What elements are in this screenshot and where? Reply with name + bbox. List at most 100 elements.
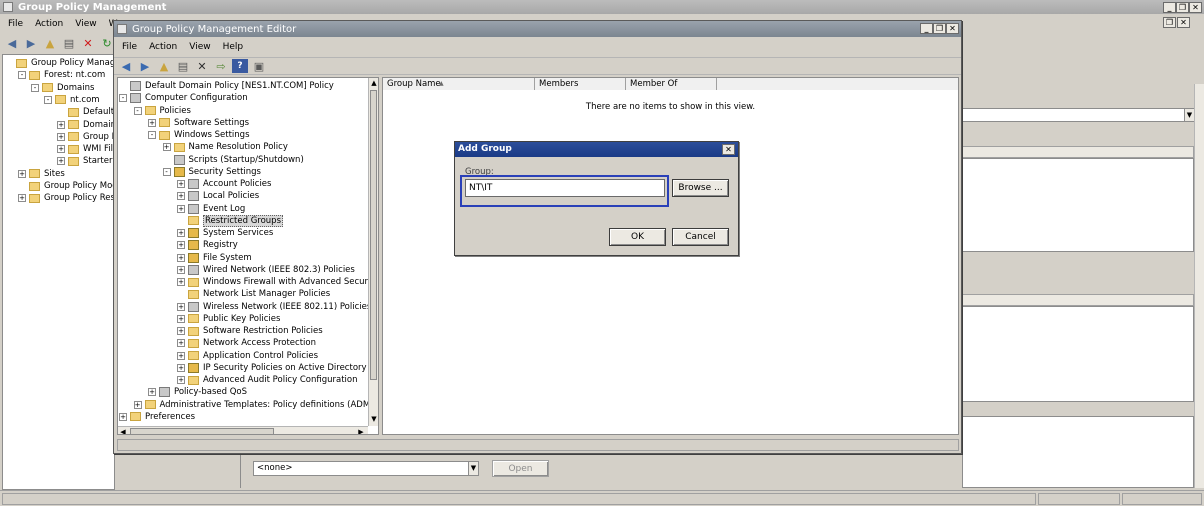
gpm-right-scrollbar[interactable] bbox=[1194, 84, 1204, 488]
expand-icon[interactable]: + bbox=[177, 314, 185, 323]
collapse-icon[interactable]: - bbox=[119, 94, 127, 103]
gpm-right-select[interactable] bbox=[962, 108, 1194, 122]
gpm-minimize-button[interactable]: _ bbox=[1163, 2, 1176, 13]
editor-tree-item[interactable]: Scripts (Startup/Shutdown) bbox=[163, 154, 304, 166]
editor-tree-item[interactable]: + System Services bbox=[177, 227, 273, 239]
expand-icon[interactable]: + bbox=[148, 118, 156, 127]
editor-menu-file[interactable]: File bbox=[122, 42, 137, 52]
group-input[interactable]: NT\IT bbox=[465, 179, 665, 197]
gpm-menu-action[interactable]: Action bbox=[35, 19, 63, 29]
editor-tree-item[interactable]: + Windows Firewall with Advanced Security bbox=[177, 276, 368, 288]
editor-tree-item[interactable]: + Wired Network (IEEE 802.3) Policies bbox=[177, 264, 355, 276]
column-member-of[interactable]: Member Of bbox=[626, 78, 717, 90]
scroll-right-icon[interactable]: ▶ bbox=[356, 427, 366, 434]
editor-tree-item[interactable]: + Public Key Policies bbox=[177, 313, 280, 325]
expand-icon[interactable]: + bbox=[177, 265, 185, 274]
editor-menu-help[interactable]: Help bbox=[223, 42, 244, 52]
cancel-button[interactable]: Cancel bbox=[672, 228, 729, 246]
editor-tree-item[interactable]: Restricted Groups bbox=[177, 214, 284, 227]
collapse-icon[interactable]: - bbox=[44, 95, 52, 104]
expand-icon[interactable]: + bbox=[57, 157, 65, 166]
gpm-restore-button[interactable]: ❐ bbox=[1176, 2, 1189, 13]
show-hide-tree-icon[interactable]: ▤ bbox=[61, 36, 77, 50]
gpm-close-button[interactable]: ✕ bbox=[1189, 2, 1202, 13]
gpm-right-select-arrow[interactable]: ▼ bbox=[1184, 109, 1194, 121]
gpm-tree-item[interactable]: + Starter Gl bbox=[57, 155, 114, 167]
editor-tree-item[interactable]: + Software Restriction Policies bbox=[177, 325, 323, 337]
editor-tree-hscroll[interactable]: ◀ ▶ bbox=[118, 426, 368, 434]
gpm-menu-file[interactable]: File bbox=[8, 19, 23, 29]
expand-icon[interactable]: + bbox=[133, 400, 142, 409]
editor-properties-icon[interactable]: ▣ bbox=[251, 59, 267, 73]
collapse-icon[interactable]: - bbox=[133, 106, 142, 115]
ok-button[interactable]: OK bbox=[609, 228, 666, 246]
column-members[interactable]: Members bbox=[535, 78, 626, 90]
editor-close-button[interactable]: ✕ bbox=[946, 23, 959, 34]
gpm-tree-item[interactable]: + WMI Filte bbox=[57, 143, 114, 155]
editor-tree-item[interactable]: + Wireless Network (IEEE 802.11) Policies bbox=[177, 301, 368, 313]
delete-icon[interactable]: ✕ bbox=[80, 36, 96, 50]
editor-show-hide-tree-icon[interactable]: ▤ bbox=[175, 59, 191, 73]
expand-icon[interactable]: + bbox=[162, 143, 171, 152]
gpm-tree-item[interactable]: Group Policy Mode bbox=[18, 180, 114, 192]
expand-icon[interactable]: + bbox=[57, 132, 65, 141]
editor-tree-item[interactable]: + Event Log bbox=[177, 203, 245, 215]
editor-tree-item[interactable]: + Preferences bbox=[119, 411, 195, 423]
gpm-tree-item[interactable]: Group Policy Managemen bbox=[5, 57, 114, 69]
gpm-tree-item[interactable]: + Domain C bbox=[57, 119, 114, 131]
gpm-tree-item[interactable]: + Group Policy Resu bbox=[18, 192, 114, 204]
expand-icon[interactable]: + bbox=[57, 120, 65, 129]
editor-export-icon[interactable]: ⇨ bbox=[213, 59, 229, 73]
editor-tree-item[interactable]: - Windows Settings bbox=[148, 129, 250, 141]
expand-icon[interactable]: + bbox=[57, 145, 65, 154]
column-group-name[interactable]: Group Name ▲ bbox=[383, 78, 535, 90]
expand-icon[interactable]: + bbox=[177, 339, 185, 348]
expand-icon[interactable]: + bbox=[177, 241, 185, 250]
expand-icon[interactable]: + bbox=[177, 376, 185, 384]
editor-tree-item[interactable]: + Network Access Protection bbox=[177, 337, 316, 349]
hscroll-thumb[interactable] bbox=[130, 428, 274, 434]
gpm-inner-close-button[interactable]: ✕ bbox=[1177, 17, 1190, 28]
expand-icon[interactable]: + bbox=[177, 192, 185, 201]
gpm-tree-item[interactable]: - Domains bbox=[31, 82, 94, 94]
editor-tree-item[interactable]: + Account Policies bbox=[177, 178, 271, 190]
editor-menu-view[interactable]: View bbox=[189, 42, 210, 52]
expand-icon[interactable]: + bbox=[119, 412, 127, 421]
gpm-link-select[interactable]: <none> bbox=[253, 461, 479, 476]
editor-tree-item[interactable]: - Security Settings bbox=[162, 166, 261, 178]
editor-help-icon[interactable]: ? bbox=[232, 59, 248, 73]
expand-icon[interactable]: + bbox=[177, 351, 185, 360]
gpm-tree-item[interactable]: - Forest: nt.com bbox=[18, 69, 105, 81]
forward-icon[interactable]: ▶ bbox=[23, 36, 39, 50]
browse-button[interactable]: Browse ... bbox=[672, 179, 729, 197]
collapse-icon[interactable]: - bbox=[18, 71, 26, 80]
collapse-icon[interactable]: - bbox=[148, 131, 156, 139]
editor-menu-action[interactable]: Action bbox=[149, 42, 177, 52]
editor-tree-item[interactable]: Network List Manager Policies bbox=[177, 288, 330, 300]
scroll-thumb[interactable] bbox=[370, 90, 377, 380]
editor-tree-item[interactable]: + Advanced Audit Policy Configuration bbox=[177, 374, 357, 386]
gpm-open-button[interactable]: Open bbox=[492, 460, 549, 477]
expand-icon[interactable]: + bbox=[177, 229, 185, 237]
editor-tree-item[interactable]: Default Domain Policy [NES1.NT.COM] Poli… bbox=[119, 80, 334, 92]
gpm-tree-item[interactable]: + Sites bbox=[18, 168, 65, 180]
expand-icon[interactable]: + bbox=[177, 253, 185, 262]
editor-tree-item[interactable]: + Name Resolution Policy bbox=[162, 141, 288, 153]
editor-tree-item[interactable]: + IP Security Policies on Active Director… bbox=[177, 362, 368, 374]
dialog-close-button[interactable]: ✕ bbox=[722, 144, 735, 155]
editor-minimize-button[interactable]: _ bbox=[920, 23, 933, 34]
editor-restore-button[interactable]: ❐ bbox=[933, 23, 946, 34]
editor-forward-icon[interactable]: ▶ bbox=[137, 59, 153, 73]
gpm-tree-item[interactable]: - nt.com bbox=[44, 94, 100, 106]
expand-icon[interactable]: + bbox=[18, 194, 26, 203]
editor-tree-item[interactable]: - Policies bbox=[133, 105, 191, 117]
editor-tree-item[interactable]: + File System bbox=[177, 252, 252, 264]
expand-icon[interactable]: + bbox=[148, 388, 156, 397]
editor-tree-item[interactable]: + Policy-based QoS bbox=[148, 386, 247, 398]
editor-tree-item[interactable]: + Application Control Policies bbox=[177, 350, 318, 362]
editor-up-folder-icon[interactable]: ▲ bbox=[156, 59, 172, 73]
collapse-icon[interactable]: - bbox=[162, 167, 171, 176]
collapse-icon[interactable]: - bbox=[31, 83, 39, 92]
editor-delete-icon[interactable]: ✕ bbox=[194, 59, 210, 73]
expand-icon[interactable]: + bbox=[177, 180, 185, 188]
